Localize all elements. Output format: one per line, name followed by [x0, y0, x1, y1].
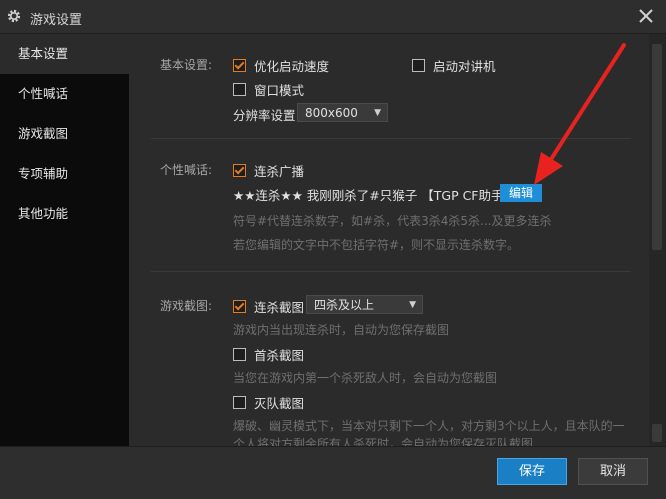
checkbox-label: 启动对讲机 — [433, 59, 496, 74]
killstreak-broadcast-checkbox[interactable]: 连杀广播 — [233, 161, 304, 180]
checkbox-label: 优化启动速度 — [254, 59, 330, 74]
save-button[interactable]: 保存 — [497, 458, 567, 485]
window-mode-checkbox[interactable]: 窗口模式 — [233, 80, 304, 99]
killstreak-count-select[interactable]: 四杀及以上 ▼ — [306, 295, 423, 314]
start-walkie-checkbox[interactable]: 启动对讲机 — [412, 56, 496, 75]
checkbox-box[interactable] — [233, 164, 246, 177]
sidebar-item-personal-shout[interactable]: 个性喊话 — [0, 74, 129, 114]
title-bar: 游戏设置 — [0, 0, 666, 34]
screenshot-hint-2: 当您在游戏内第一个杀死敌人时，会自动为您截图 — [233, 371, 498, 385]
close-icon[interactable] — [636, 6, 656, 26]
shout-message: ★★连杀★★ 我刚刚杀了#只猴子 【TGP CF助手】 — [233, 188, 516, 203]
section-label-shout: 个性喊话: — [160, 163, 213, 177]
ace-screenshot-checkbox[interactable]: 灭队截图 — [233, 393, 304, 412]
killstreak-screenshot-checkbox[interactable]: 连杀截图 — [233, 297, 304, 316]
chevron-down-icon: ▼ — [374, 108, 381, 118]
section-label-basic: 基本设置: — [160, 58, 213, 72]
shout-hint-2: 若您编辑的文字中不包括字符#，则不显示连杀数字。 — [233, 238, 520, 252]
screenshot-hint-3: 爆破、幽灵模式下，当本对只剩下一个人，对方剩3个以上人，且本队的一 — [233, 419, 625, 433]
sidebar-item-basic-settings[interactable]: 基本设置 — [0, 34, 129, 74]
sidebar-item-game-screenshot[interactable]: 游戏截图 — [0, 114, 129, 154]
cancel-button[interactable]: 取消 — [578, 458, 648, 485]
divider — [151, 138, 631, 139]
checkbox-box[interactable] — [233, 348, 246, 361]
checkbox-label: 灭队截图 — [254, 396, 305, 411]
scrollbar-thumb-lower — [652, 424, 662, 442]
checkbox-label: 窗口模式 — [254, 83, 305, 98]
checkbox-box[interactable] — [233, 83, 246, 96]
checkbox-label: 首杀截图 — [254, 348, 305, 363]
checkbox-box[interactable] — [233, 59, 246, 72]
killstreak-count-value: 四杀及以上 — [314, 298, 375, 312]
screenshot-hint-4: 个人将对方剩余所有人杀死时，会自动为您保存灭队截图 — [233, 437, 534, 446]
gear-icon — [7, 9, 21, 23]
resolution-value: 800x600 — [305, 106, 358, 120]
sidebar-item-other-functions[interactable]: 其他功能 — [0, 194, 129, 234]
checkbox-label: 连杀广播 — [254, 164, 305, 179]
resolution-select[interactable]: 800x600 ▼ — [297, 103, 388, 122]
first-kill-checkbox[interactable]: 首杀截图 — [233, 345, 304, 364]
settings-content: 基本设置: 优化启动速度 启动对讲机 窗口模式 分辨率设置 800x600 ▼ … — [129, 34, 649, 446]
checkbox-box[interactable] — [412, 59, 425, 72]
shout-hint-1: 符号#代替连杀数字，如#杀，代表3杀4杀5杀...及更多连杀 — [233, 214, 552, 228]
checkbox-box[interactable] — [233, 300, 246, 313]
scrollbar[interactable] — [649, 34, 666, 446]
section-label-screenshot: 游戏截图: — [160, 299, 213, 313]
sidebar: 基本设置 个性喊话 游戏截图 专项辅助 其他功能 — [0, 34, 129, 446]
checkbox-box[interactable] — [233, 396, 246, 409]
window-title: 游戏设置 — [30, 13, 83, 28]
edit-button[interactable]: 编辑 — [500, 184, 542, 202]
divider — [151, 271, 631, 272]
screenshot-hint-1: 游戏内当出现连杀时，自动为您保存截图 — [233, 323, 450, 337]
checkbox-label: 连杀截图 — [254, 300, 305, 315]
optimize-startup-checkbox[interactable]: 优化启动速度 — [233, 56, 329, 75]
scrollbar-thumb[interactable] — [652, 44, 662, 250]
chevron-down-icon: ▼ — [409, 300, 416, 310]
sidebar-item-special-assist[interactable]: 专项辅助 — [0, 154, 129, 194]
resolution-label: 分辨率设置 — [233, 108, 296, 123]
